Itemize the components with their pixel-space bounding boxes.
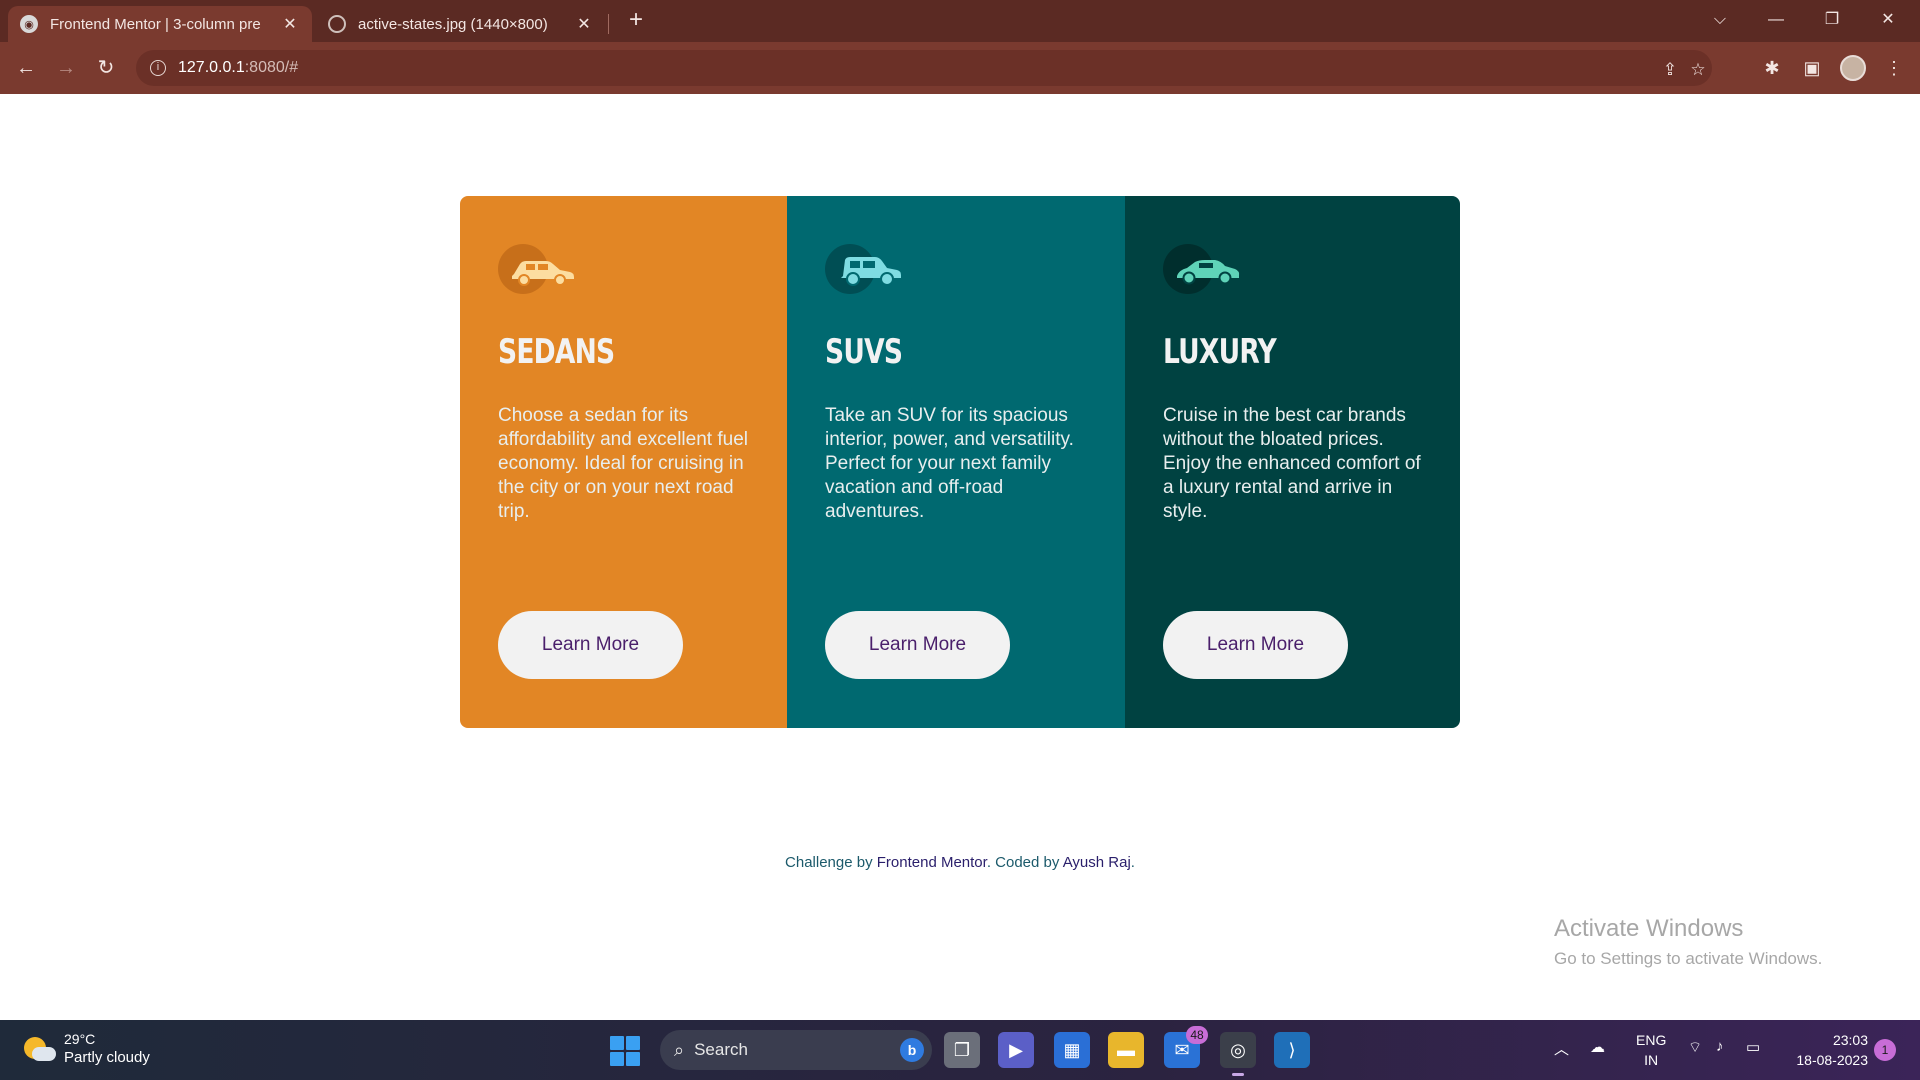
attribution-prefix: Challenge by bbox=[785, 854, 877, 871]
clock[interactable]: 23:03 18-08-2023 bbox=[1780, 1030, 1868, 1070]
weather-widget[interactable]: 29°C Partly cloudy bbox=[22, 1030, 150, 1068]
chevron-up-icon[interactable]: ︿ bbox=[1554, 1038, 1569, 1059]
avatar[interactable] bbox=[1840, 55, 1866, 81]
teams-chat-icon[interactable]: ▶ bbox=[998, 1032, 1034, 1068]
url-path: :8080/# bbox=[244, 59, 299, 76]
tab-frontend-mentor[interactable]: ◉ Frontend Mentor | 3-column pre ✕ bbox=[8, 6, 312, 42]
card-description: Cruise in the best car brands without th… bbox=[1163, 405, 1421, 522]
card-title: Luxury bbox=[1163, 332, 1277, 372]
cards-container: Sedans Choose a sedan for its affordabil… bbox=[460, 196, 1460, 728]
site-info-icon[interactable]: i bbox=[150, 60, 166, 76]
learn-more-button[interactable]: Learn More bbox=[498, 611, 683, 679]
vscode-icon[interactable]: ⟩ bbox=[1274, 1032, 1310, 1068]
tab-title: Frontend Mentor | 3-column pre bbox=[50, 15, 261, 33]
card-sedans: Sedans Choose a sedan for its affordabil… bbox=[460, 196, 787, 728]
wifi-icon[interactable]: ⌔ bbox=[1688, 1038, 1702, 1057]
puzzle-icon[interactable]: ✱ bbox=[1756, 52, 1788, 84]
notification-badge[interactable]: 1 bbox=[1874, 1039, 1896, 1061]
back-arrow-icon[interactable]: ← bbox=[10, 52, 42, 84]
url-input[interactable]: i 127.0.0.1 :8080/# ⇪ ☆ bbox=[136, 50, 1712, 86]
volume-icon[interactable]: ♪ bbox=[1716, 1038, 1724, 1055]
lang-bottom: IN bbox=[1644, 1052, 1659, 1068]
tab-title: active-states.jpg (1440×800) bbox=[358, 15, 548, 33]
kebab-menu-icon[interactable]: ⋮ bbox=[1878, 52, 1910, 84]
tab-divider bbox=[608, 14, 609, 34]
language-indicator[interactable]: ENG IN bbox=[1636, 1030, 1666, 1070]
active-indicator bbox=[1232, 1073, 1244, 1076]
suv-car-icon bbox=[825, 244, 909, 296]
file-explorer-icon[interactable]: ▬ bbox=[1108, 1032, 1144, 1068]
card-luxury: Luxury Cruise in the best car brands wit… bbox=[1125, 196, 1460, 728]
onedrive-icon[interactable]: ☁ bbox=[1590, 1038, 1605, 1056]
learn-more-button[interactable]: Learn More bbox=[1163, 611, 1348, 679]
browser-tab-bar: ◉ Frontend Mentor | 3-column pre ✕ activ… bbox=[0, 0, 1920, 42]
bing-icon[interactable]: b bbox=[900, 1038, 924, 1062]
activate-windows-watermark: Activate Windows Go to Settings to activ… bbox=[1554, 915, 1822, 969]
taskbar: 29°C Partly cloudy ⌕ Search b ❐ ▶ ▦ ▬ ✉ … bbox=[0, 1020, 1920, 1080]
date: 18-08-2023 bbox=[1796, 1052, 1868, 1068]
chrome-icon[interactable]: ◎ bbox=[1220, 1032, 1256, 1076]
watermark-subtitle: Go to Settings to activate Windows. bbox=[1554, 949, 1823, 968]
forward-arrow-icon[interactable]: → bbox=[50, 52, 82, 84]
search-label: Search bbox=[694, 1040, 748, 1059]
address-bar-row: ← → ↻ i 127.0.0.1 :8080/# ⇪ ☆ ✱ ▣ ⋮ bbox=[0, 42, 1920, 94]
attribution: Challenge by Frontend Mentor. Coded by A… bbox=[0, 854, 1920, 871]
close-tab-icon[interactable]: ✕ bbox=[574, 14, 594, 34]
globe-icon bbox=[328, 15, 346, 33]
card-description: Choose a sedan for its affordability and… bbox=[498, 405, 748, 522]
card-title: SUVs bbox=[825, 332, 903, 372]
weather-temp: 29°C bbox=[64, 1031, 96, 1047]
battery-icon[interactable]: ▭ bbox=[1746, 1038, 1760, 1056]
learn-more-button[interactable]: Learn More bbox=[825, 611, 1010, 679]
side-panel-icon[interactable]: ▣ bbox=[1796, 52, 1828, 84]
partly-cloudy-icon bbox=[22, 1033, 56, 1065]
reload-icon[interactable]: ↻ bbox=[90, 52, 122, 84]
attribution-middle: . Coded by bbox=[986, 854, 1063, 871]
star-icon[interactable]: ☆ bbox=[1686, 58, 1710, 82]
author-link[interactable]: Ayush Raj bbox=[1063, 854, 1131, 871]
card-description: Take an SUV for its spacious interior, p… bbox=[825, 405, 1074, 522]
attribution-suffix: . bbox=[1130, 854, 1135, 871]
mail-icon[interactable]: ✉ 48 bbox=[1164, 1026, 1208, 1068]
time: 23:03 bbox=[1832, 1032, 1868, 1048]
luxury-car-icon bbox=[1163, 244, 1247, 296]
watermark-title: Activate Windows bbox=[1554, 915, 1744, 942]
start-button[interactable] bbox=[610, 1036, 640, 1066]
tab-search-icon[interactable]: ⌵ bbox=[1692, 0, 1748, 40]
share-icon[interactable]: ⇪ bbox=[1658, 58, 1682, 82]
restore-icon[interactable]: ❐ bbox=[1804, 0, 1860, 40]
close-tab-icon[interactable]: ✕ bbox=[280, 14, 300, 34]
frontend-mentor-link[interactable]: Frontend Mentor bbox=[877, 854, 987, 871]
mail-badge: 48 bbox=[1186, 1026, 1208, 1044]
site-favicon-icon: ◉ bbox=[20, 15, 38, 33]
new-tab-button[interactable]: + bbox=[622, 6, 650, 34]
sedan-car-icon bbox=[498, 244, 582, 296]
taskbar-search[interactable]: ⌕ Search b bbox=[660, 1030, 932, 1070]
store-icon[interactable]: ▦ bbox=[1054, 1032, 1090, 1068]
weather-condition: Partly cloudy bbox=[64, 1049, 150, 1066]
lang-top: ENG bbox=[1636, 1032, 1667, 1048]
search-icon: ⌕ bbox=[674, 1039, 685, 1060]
url-host: 127.0.0.1 bbox=[178, 59, 245, 76]
minimize-icon[interactable]: — bbox=[1748, 0, 1804, 40]
task-view-icon[interactable]: ❐ bbox=[944, 1032, 980, 1068]
close-window-icon[interactable]: ✕ bbox=[1860, 0, 1916, 40]
card-suvs: SUVs Take an SUV for its spacious interi… bbox=[787, 196, 1125, 728]
tab-active-states[interactable]: active-states.jpg (1440×800) ✕ bbox=[316, 6, 606, 42]
card-title: Sedans bbox=[498, 332, 615, 372]
